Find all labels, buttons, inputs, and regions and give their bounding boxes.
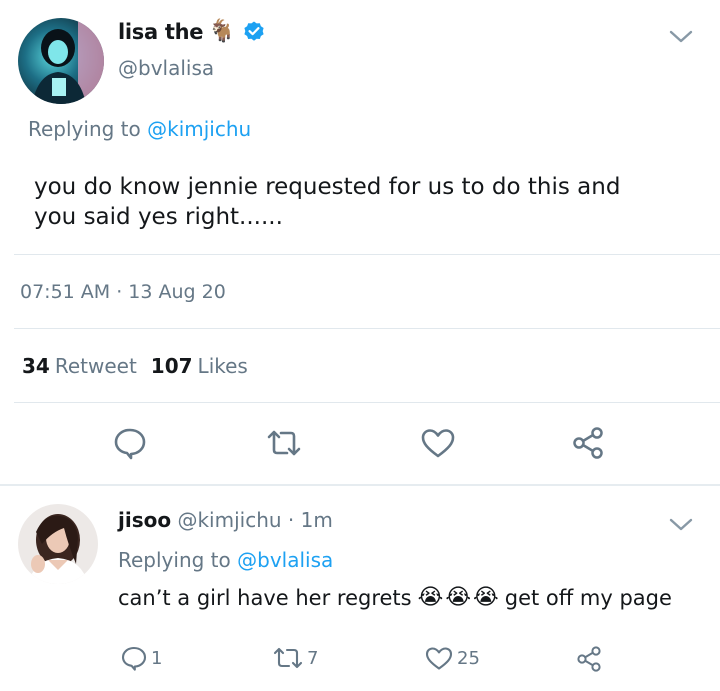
reply-action[interactable]: 1	[120, 644, 162, 672]
engagement-stats: 34 Retweet 107 Likes	[22, 354, 248, 378]
replying-prefix: Replying to	[28, 117, 141, 141]
retweet-action[interactable]: 7	[272, 644, 318, 672]
divider	[14, 254, 720, 255]
author-name-row: lisa the 🐐	[118, 20, 266, 44]
reply-header: jisoo @kimjichu · 1m	[118, 508, 333, 532]
goat-emoji: 🐐	[208, 19, 236, 44]
retweet-count: 34	[22, 354, 50, 378]
like-icon[interactable]	[418, 423, 458, 463]
share-icon[interactable]	[574, 644, 604, 674]
like-icon[interactable]	[424, 644, 454, 672]
reply-count: 1	[151, 647, 163, 669]
avatar[interactable]	[18, 18, 104, 104]
author-handle[interactable]: @bvlalisa	[118, 56, 214, 80]
avatar[interactable]	[18, 504, 98, 584]
reply-icon[interactable]	[110, 423, 150, 463]
share-action[interactable]	[574, 644, 607, 674]
reply-time[interactable]: · 1m	[288, 508, 333, 532]
timestamp[interactable]: 07:51 AM · 13 Aug 20	[20, 281, 226, 303]
retweet-icon[interactable]	[264, 423, 304, 463]
retweet-icon[interactable]	[272, 644, 304, 672]
reply-text: can’t a girl have her regrets 😭 😭 😭 get …	[118, 586, 672, 610]
replying-prefix: Replying to	[118, 548, 231, 572]
author-handle[interactable]: @kimjichu	[177, 508, 281, 532]
replying-handle-link[interactable]: @kimjichu	[147, 117, 251, 141]
crying-emoji: 😭	[445, 585, 472, 610]
reply-tweet: jisoo @kimjichu · 1m Replying to @bvlali…	[0, 486, 720, 691]
tweet-text-line: you said yes right......	[34, 204, 283, 230]
reply-text-after: get off my page	[504, 586, 672, 610]
tweet-text-line: you do know jennie requested for us to d…	[34, 174, 621, 200]
crying-emoji: 😭	[473, 585, 499, 610]
chevron-down-icon[interactable]	[668, 516, 694, 534]
crying-emoji: 😭	[417, 585, 444, 610]
tweet-text: you do know jennie requested for us to d…	[34, 172, 674, 232]
likes-label[interactable]: Likes	[198, 354, 248, 378]
reply-text-before: can’t a girl have her regrets	[118, 586, 412, 610]
replying-to: Replying to @bvlalisa	[118, 548, 333, 572]
like-count: 25	[457, 647, 480, 669]
like-action[interactable]: 25	[424, 644, 480, 672]
likes-count: 107	[150, 354, 193, 378]
chevron-down-icon[interactable]	[668, 28, 694, 46]
replying-handle-link[interactable]: @bvlalisa	[237, 548, 333, 572]
main-tweet: lisa the 🐐 @bvlalisa Replying to @kimjic…	[0, 0, 720, 484]
retweet-count: 7	[307, 647, 319, 669]
replying-to: Replying to @kimjichu	[28, 117, 251, 141]
divider	[14, 328, 720, 329]
display-name[interactable]: jisoo	[118, 508, 171, 532]
display-name[interactable]: lisa the	[118, 20, 204, 44]
verified-badge-icon	[242, 20, 266, 44]
retweet-label[interactable]: Retweet	[55, 354, 137, 378]
reply-icon[interactable]	[120, 644, 148, 672]
divider	[14, 402, 720, 403]
share-icon[interactable]	[568, 423, 608, 463]
